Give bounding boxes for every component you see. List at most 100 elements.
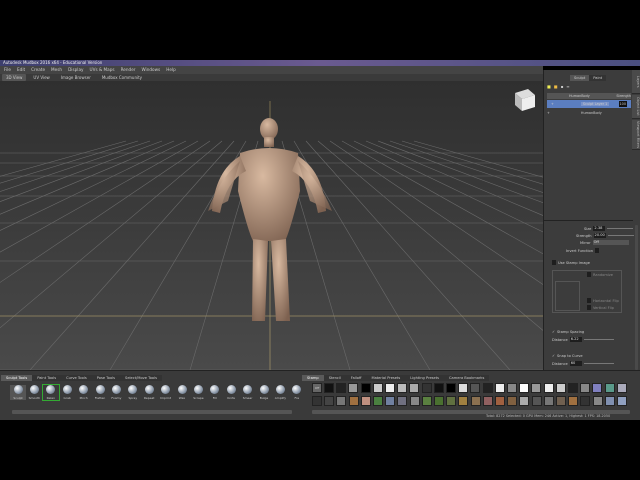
- stamp-thumbnail[interactable]: [324, 396, 335, 406]
- invert-function-checkbox[interactable]: [595, 248, 599, 253]
- tool-grab[interactable]: Grab: [59, 385, 75, 400]
- tool-scrape[interactable]: Scrape: [190, 385, 206, 400]
- tool-smooth[interactable]: Smooth: [26, 385, 42, 400]
- stamp-thumbnail[interactable]: [385, 383, 395, 393]
- visibility-icon[interactable]: +: [551, 102, 554, 106]
- layer-row[interactable]: + Sculpt Layer 1 100: [547, 100, 631, 108]
- stamp-thumbnail[interactable]: [312, 396, 322, 406]
- tab-paint-tools[interactable]: Paint Tools: [32, 375, 62, 381]
- stamp-image-preview[interactable]: [555, 281, 580, 311]
- stamp-thumbnail[interactable]: [324, 383, 334, 393]
- tool-spray[interactable]: Spray: [125, 385, 141, 400]
- stamp-thumbnail[interactable]: [421, 383, 432, 393]
- tool-amplify[interactable]: Amplify: [272, 385, 288, 400]
- stamp-thumbnail[interactable]: [555, 383, 566, 393]
- stamp-thumbnail[interactable]: [409, 396, 420, 406]
- tab-stencil[interactable]: Stencil: [323, 375, 346, 381]
- tab-sculpt[interactable]: Sculpt: [570, 75, 590, 81]
- tab-paint[interactable]: Paint: [589, 75, 607, 81]
- stamp-thumbnail[interactable]: [470, 396, 481, 406]
- stamp-thumbnail[interactable]: [458, 396, 469, 406]
- tool-relax[interactable]: Relax: [41, 384, 60, 401]
- horizontal-flip-checkbox[interactable]: [587, 298, 591, 303]
- tool-sculpt[interactable]: Sculpt: [10, 385, 26, 400]
- stamp-thumbnail[interactable]: [409, 383, 420, 393]
- check-icon[interactable]: ✓: [552, 330, 555, 334]
- menu-mesh[interactable]: Mesh: [51, 66, 62, 74]
- stamp-thumbnail[interactable]: [482, 383, 493, 393]
- stamp-thumbnail[interactable]: [336, 396, 347, 406]
- side-tab-object-list[interactable]: Object List: [632, 95, 640, 119]
- menu-edit[interactable]: Edit: [17, 66, 25, 74]
- stamp-thumbnail[interactable]: [385, 396, 396, 406]
- stamp-thumbnail[interactable]: [360, 383, 371, 393]
- visibility-icon[interactable]: +: [547, 111, 550, 115]
- layer-strength[interactable]: 100: [618, 101, 627, 107]
- menu-file[interactable]: File: [4, 66, 11, 74]
- tool-imprint[interactable]: Imprint: [158, 385, 174, 400]
- stamp-thumbnail[interactable]: [373, 396, 383, 406]
- menu-windows[interactable]: Windows: [142, 66, 161, 74]
- object-row[interactable]: + HumanBody: [547, 111, 602, 115]
- size-slider[interactable]: [607, 228, 634, 229]
- tab-stamp[interactable]: Stamp: [302, 375, 324, 381]
- tool-repeat[interactable]: Repeat: [141, 385, 157, 400]
- tab-pose-tools[interactable]: Pose Tools: [91, 375, 121, 381]
- strength-slider[interactable]: [607, 235, 634, 236]
- snap-slider[interactable]: [583, 363, 614, 364]
- stamp-thumbnail[interactable]: [433, 383, 444, 393]
- size-field[interactable]: 2.38: [593, 226, 606, 231]
- menu-icon[interactable]: ≡: [566, 84, 569, 89]
- stamp-thumbnail[interactable]: [482, 396, 493, 406]
- stamp-thumbnail[interactable]: [617, 396, 627, 406]
- tab-sculpt-tools[interactable]: Sculpt Tools: [1, 375, 33, 381]
- tool-fill[interactable]: Fill: [207, 385, 223, 400]
- stamp-thumbnail[interactable]: [494, 383, 505, 393]
- tool-foamy[interactable]: Foamy: [108, 385, 124, 400]
- stamp-thumbnail[interactable]: [421, 396, 432, 406]
- snap-distance-field[interactable]: 60: [569, 361, 582, 366]
- spacing-slider[interactable]: [583, 339, 614, 340]
- tool-pinch[interactable]: Pinch: [76, 385, 92, 400]
- stamp-thumbnail[interactable]: [568, 396, 579, 406]
- stamp-thumbnail[interactable]: [592, 383, 603, 393]
- properties-scrollbar[interactable]: [635, 225, 638, 370]
- tool-tray-scrollbar[interactable]: [12, 410, 292, 414]
- tool-flatten[interactable]: Flatten: [92, 385, 108, 400]
- stamp-thumbnail[interactable]: [543, 383, 554, 393]
- stamp-thumbnail[interactable]: [507, 396, 518, 406]
- stamp-thumbnail[interactable]: [592, 396, 603, 406]
- tab-camera-bookmarks[interactable]: Camera Bookmarks: [444, 375, 490, 381]
- stamp-thumbnail[interactable]: [446, 396, 457, 406]
- tab-falloff[interactable]: Falloff: [345, 375, 367, 381]
- 3d-viewport[interactable]: [0, 81, 543, 370]
- folder-icon[interactable]: ■: [554, 84, 558, 89]
- stamp-thumbnail[interactable]: [336, 383, 347, 393]
- vertical-flip-checkbox[interactable]: [587, 305, 591, 310]
- stamp-thumbnail[interactable]: [580, 383, 591, 393]
- tab-image-browser[interactable]: Image Browser: [57, 74, 95, 81]
- stamp-thumbnail[interactable]: [568, 383, 578, 393]
- tab-curve-tools[interactable]: Curve Tools: [61, 375, 92, 381]
- menu-uvs-maps[interactable]: UVs & Maps: [90, 66, 115, 74]
- stamp-thumbnail[interactable]: [507, 383, 517, 393]
- tool-smear[interactable]: Smear: [240, 385, 256, 400]
- stamp-thumbnail[interactable]: [446, 383, 456, 393]
- tab-mudbox-community[interactable]: Mudbox Community: [98, 74, 146, 81]
- delete-layer-icon[interactable]: ▪: [561, 84, 564, 89]
- use-stamp-image-checkbox[interactable]: [552, 260, 556, 265]
- strength-field[interactable]: 20.00: [593, 233, 606, 238]
- mirror-dropdown[interactable]: Off: [592, 240, 629, 245]
- stamp-thumbnail[interactable]: [348, 396, 359, 406]
- spacing-distance-field[interactable]: 6.22: [569, 337, 582, 342]
- menu-render[interactable]: Render: [121, 66, 136, 74]
- stamp-thumbnail[interactable]: [372, 383, 383, 393]
- tab-lighting-presets[interactable]: Lighting Presets: [405, 375, 445, 381]
- stamp-thumbnail[interactable]: [397, 396, 408, 406]
- stamp-thumbnail[interactable]: [495, 396, 505, 406]
- stamp-thumbnail[interactable]: [543, 396, 554, 406]
- stamp-thumbnail[interactable]: [434, 396, 444, 406]
- check-icon[interactable]: ✓: [552, 354, 555, 358]
- tool-knife[interactable]: Knife: [223, 385, 239, 400]
- tool-bulge[interactable]: Bulge: [256, 385, 272, 400]
